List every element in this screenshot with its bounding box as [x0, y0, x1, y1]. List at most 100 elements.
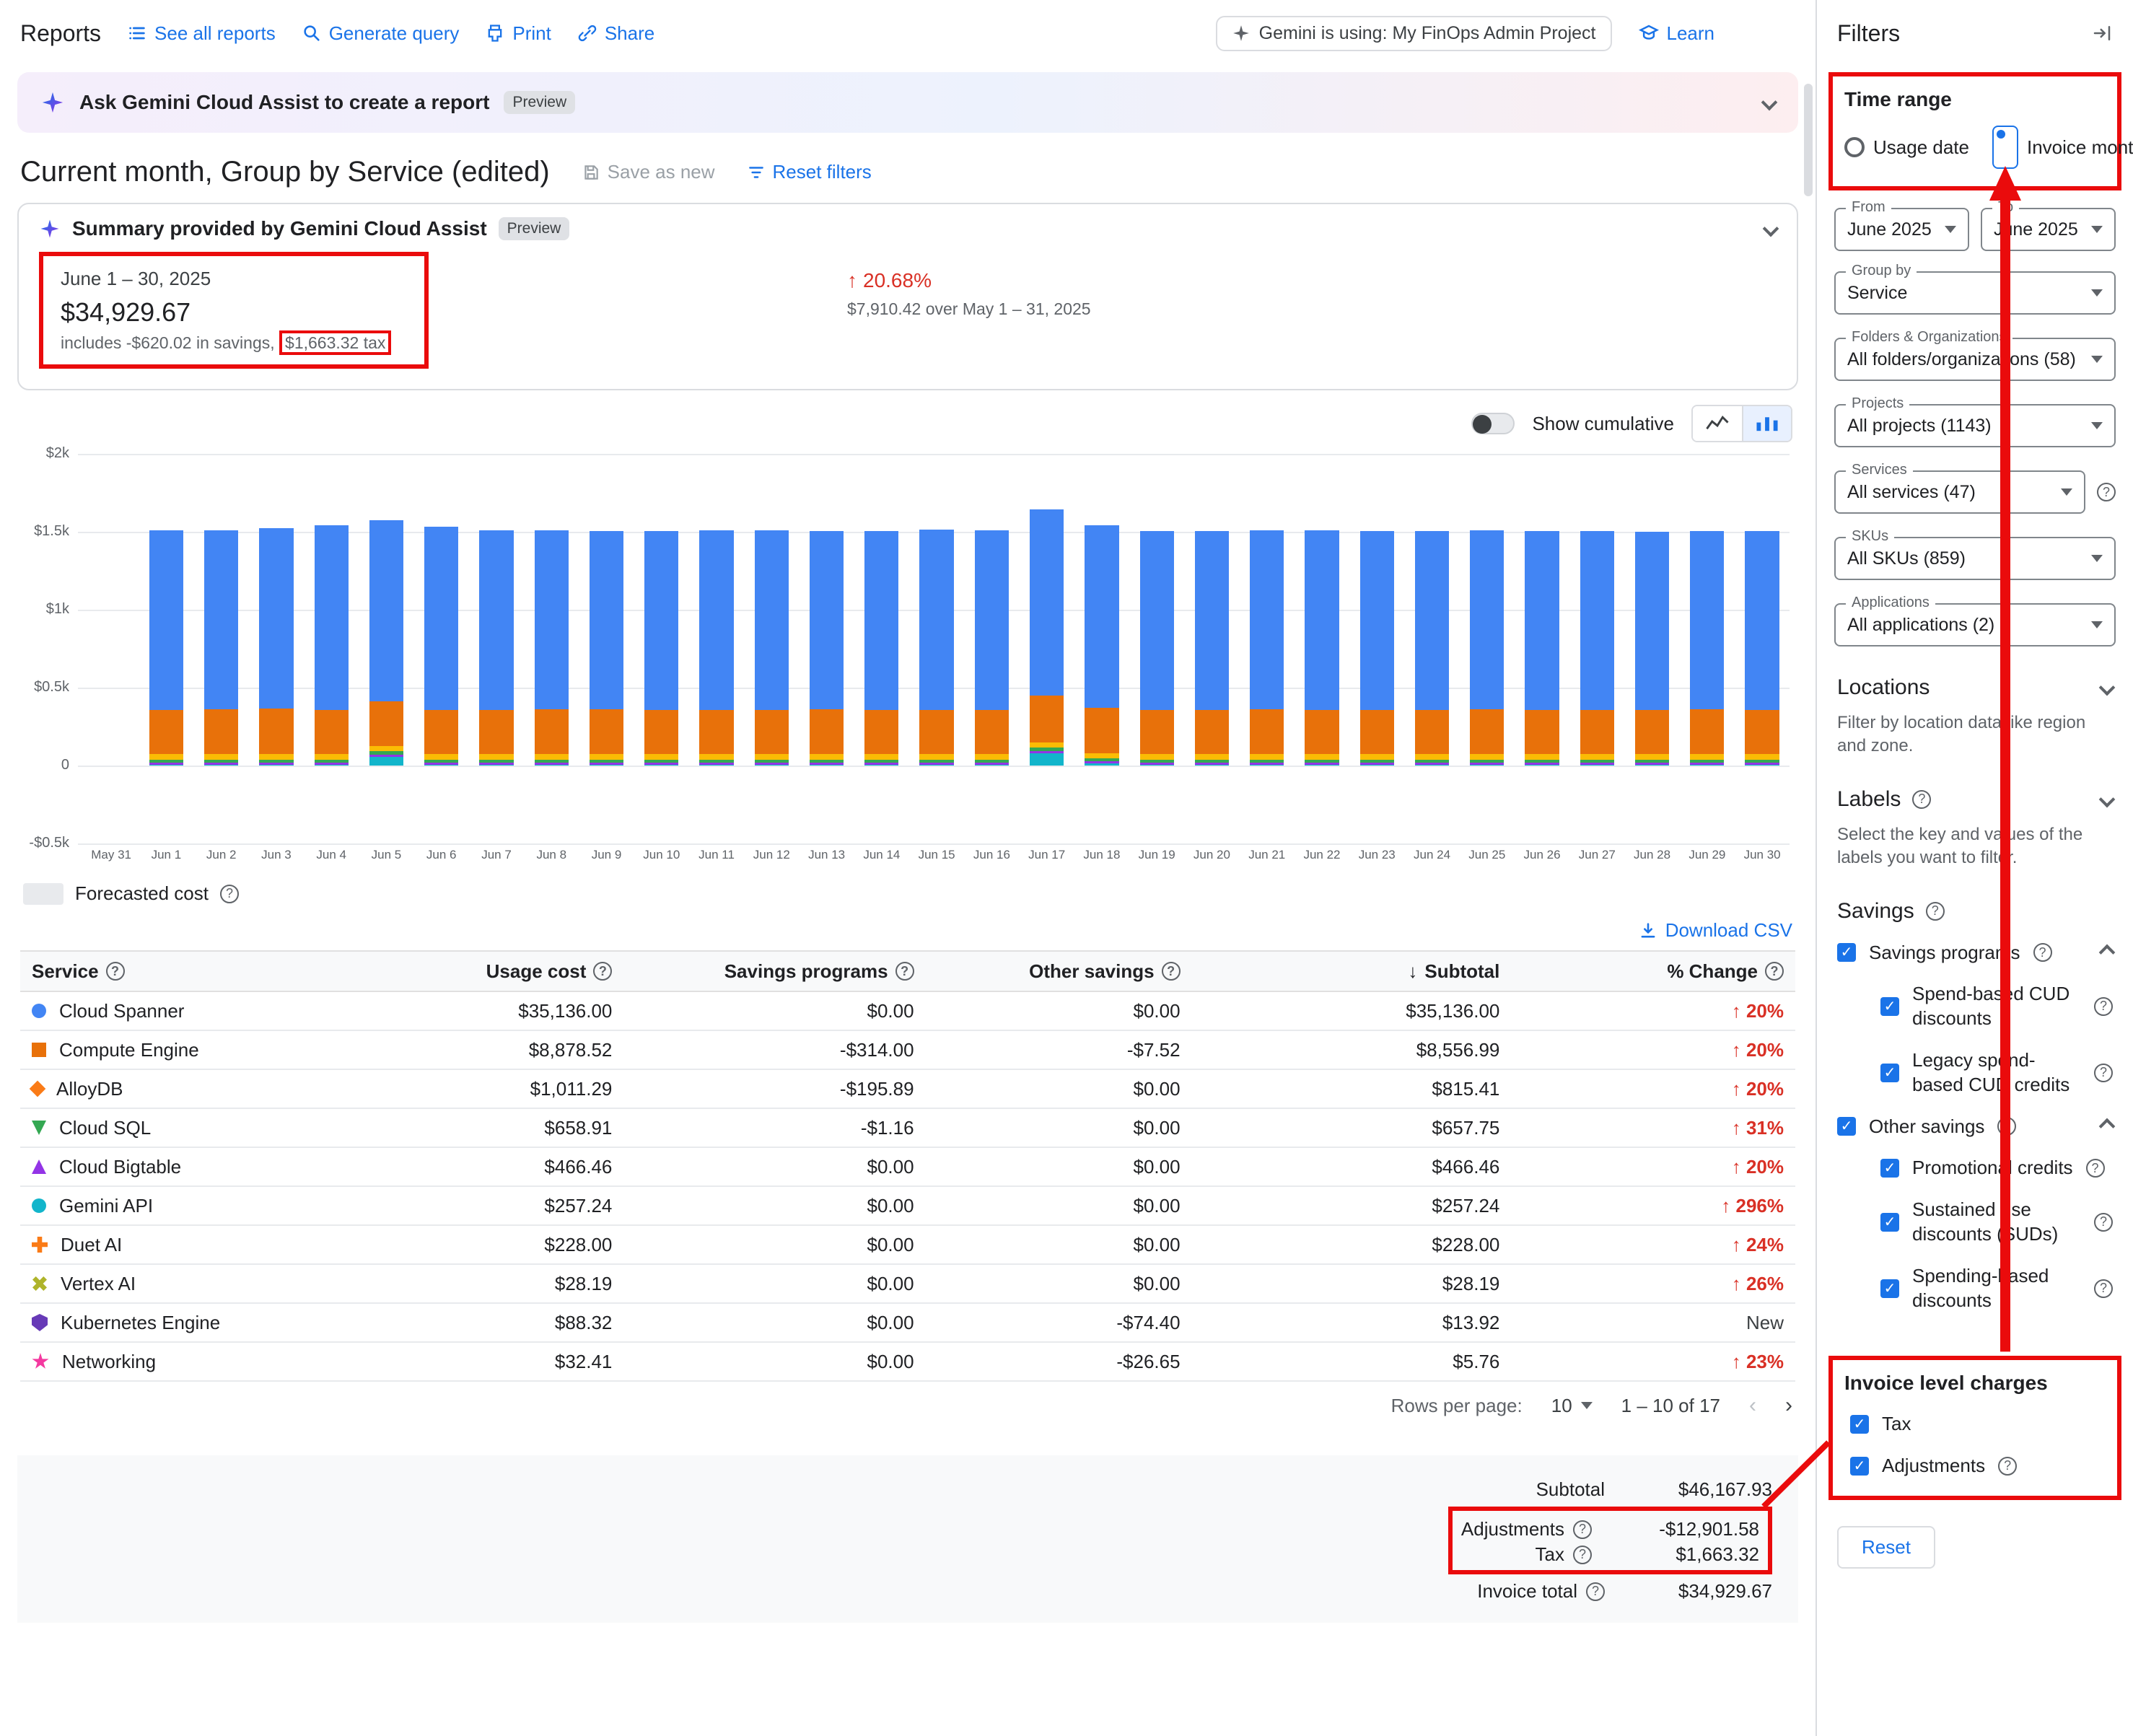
checkbox-checked[interactable]	[1880, 1064, 1899, 1082]
chevron-up-icon[interactable]	[2099, 944, 2116, 961]
checkbox-checked[interactable]	[1880, 1213, 1899, 1232]
stacked-bar[interactable]	[1690, 531, 1724, 766]
generate-query-link[interactable]: Generate query	[302, 22, 460, 45]
checkbox-checked[interactable]	[1837, 943, 1856, 962]
help-icon[interactable]: ?	[106, 962, 125, 981]
help-icon[interactable]: ?	[2033, 943, 2052, 962]
rows-per-page-select[interactable]: 10	[1551, 1395, 1593, 1417]
column-header-usage-cost[interactable]: Usage cost?	[375, 951, 623, 991]
chevron-down-icon[interactable]	[1763, 221, 1779, 237]
column-header-subtotal[interactable]: ↓Subtotal	[1192, 951, 1512, 991]
group-by-select[interactable]: Group byService	[1834, 271, 2116, 315]
previous-page-button[interactable]: ‹	[1749, 1393, 1756, 1418]
help-icon[interactable]: ?	[2086, 1159, 2105, 1178]
stacked-bar[interactable]	[590, 531, 623, 766]
projects-select[interactable]: ProjectsAll projects (1143)	[1834, 404, 2116, 447]
checkbox-checked[interactable]	[1850, 1415, 1869, 1434]
reset-button[interactable]: Reset	[1837, 1526, 1935, 1569]
folders-organizations-select[interactable]: Folders & OrganizationsAll folders/organ…	[1834, 338, 2116, 381]
gemini-project-chip[interactable]: Gemini is using: My FinOps Admin Project	[1216, 16, 1612, 51]
column-header-savings-programs[interactable]: Savings programs?	[623, 951, 925, 991]
table-row[interactable]: Gemini API$257.24$0.00$0.00$257.24↑ 296%	[20, 1186, 1795, 1225]
checkbox-row-legacy-spend-based-cud-credits[interactable]: Legacy spend-based CUD credits?	[1880, 1048, 2113, 1097]
stacked-bar[interactable]	[644, 531, 678, 766]
stacked-bar[interactable]	[424, 527, 458, 766]
stacked-bar[interactable]	[864, 531, 898, 766]
checkbox-checked[interactable]	[1837, 1117, 1856, 1136]
help-icon[interactable]: ?	[1162, 962, 1181, 981]
save-as-new-button[interactable]: Save as new	[582, 161, 715, 183]
help-icon[interactable]: ?	[1998, 1457, 2017, 1476]
stacked-bar[interactable]	[1415, 531, 1449, 766]
chevron-down-icon[interactable]	[2099, 680, 2116, 696]
from-month-select[interactable]: From June 2025	[1834, 208, 1969, 251]
checkbox-checked[interactable]	[1880, 1279, 1899, 1298]
checkbox-row-sustained-use-discounts-suds-[interactable]: Sustained use discounts (SUDs)?	[1880, 1198, 2113, 1247]
stacked-bar[interactable]	[755, 530, 789, 766]
stacked-bar[interactable]	[479, 530, 513, 766]
print-link[interactable]: Print	[485, 22, 551, 45]
help-icon[interactable]: ?	[2094, 1213, 2113, 1232]
table-row[interactable]: AlloyDB$1,011.29-$195.89$0.00$815.41↑ 20…	[20, 1069, 1795, 1108]
checkbox-row-spending-based-discounts[interactable]: Spending-based discounts?	[1880, 1264, 2113, 1313]
download-csv-button[interactable]: Download CSV	[1638, 919, 1792, 942]
checkbox-checked[interactable]	[1880, 997, 1899, 1016]
table-row[interactable]: Cloud Spanner$35,136.00$0.00$0.00$35,136…	[20, 991, 1795, 1030]
stacked-bar[interactable]	[1085, 525, 1118, 766]
stacked-bar[interactable]	[1470, 530, 1504, 766]
usage-date-option[interactable]: Usage date	[1844, 136, 1969, 159]
help-icon[interactable]: ?	[1573, 1520, 1592, 1539]
checkbox-checked[interactable]	[1880, 1159, 1899, 1178]
stacked-bar[interactable]	[1140, 531, 1174, 766]
to-month-select[interactable]: To June 2025	[1981, 208, 2116, 251]
stacked-bar[interactable]	[259, 528, 293, 766]
skus-select[interactable]: SKUsAll SKUs (859)	[1834, 537, 2116, 580]
table-row[interactable]: Cloud SQL$658.91-$1.16$0.00$657.75↑ 31%	[20, 1108, 1795, 1147]
stacked-bar[interactable]	[204, 530, 238, 766]
table-row[interactable]: Duet AI$228.00$0.00$0.00$228.00↑ 24%	[20, 1225, 1795, 1264]
applications-select[interactable]: ApplicationsAll applications (2)	[1834, 603, 2116, 646]
services-select[interactable]: ServicesAll services (47)	[1834, 470, 2085, 514]
table-row[interactable]: Vertex AI$28.19$0.00$0.00$28.19↑ 26%	[20, 1264, 1795, 1303]
checkbox-row-promotional-credits[interactable]: Promotional credits?	[1880, 1156, 2113, 1180]
table-row[interactable]: Compute Engine$8,878.52-$314.00-$7.52$8,…	[20, 1030, 1795, 1069]
learn-link[interactable]: Learn	[1638, 22, 1715, 45]
column-header-other-savings[interactable]: Other savings?	[926, 951, 1192, 991]
chevron-down-icon[interactable]	[2099, 791, 2116, 807]
help-icon[interactable]: ?	[1586, 1582, 1605, 1601]
help-icon[interactable]: ?	[2094, 1279, 2113, 1298]
stacked-bar[interactable]	[1250, 530, 1284, 766]
usage-date-radio[interactable]	[1844, 137, 1865, 157]
stacked-bar[interactable]	[1195, 531, 1229, 766]
see-all-reports-link[interactable]: See all reports	[127, 22, 276, 45]
stacked-bar[interactable]	[1580, 531, 1614, 766]
help-icon[interactable]: ?	[1926, 902, 1945, 921]
table-row[interactable]: Networking$32.41$0.00-$26.65$5.76↑ 23%	[20, 1342, 1795, 1381]
next-page-button[interactable]: ›	[1785, 1393, 1792, 1418]
stacked-bar[interactable]	[1525, 531, 1559, 766]
stacked-bar[interactable]	[975, 530, 1009, 766]
invoice-month-option[interactable]: Invoice month	[1992, 126, 2133, 169]
summary-card-header[interactable]: Summary provided by Gemini Cloud Assist …	[19, 204, 1797, 246]
stacked-bar[interactable]	[1360, 531, 1394, 766]
stacked-bar[interactable]	[1305, 530, 1339, 766]
show-cumulative-toggle[interactable]	[1471, 413, 1515, 434]
checkbox-group-savings-programs[interactable]: Savings programs?	[1837, 941, 2113, 965]
reset-filters-button[interactable]: Reset filters	[747, 161, 872, 183]
checkbox-row-tax[interactable]: Tax	[1850, 1412, 2100, 1437]
column-header--change[interactable]: % Change?	[1511, 951, 1795, 991]
share-link[interactable]: Share	[577, 22, 654, 45]
stacked-bar[interactable]	[149, 530, 183, 766]
table-row[interactable]: Cloud Bigtable$466.46$0.00$0.00$466.46↑ …	[20, 1147, 1795, 1186]
line-chart-button[interactable]	[1693, 406, 1742, 441]
stacked-bar[interactable]	[1635, 532, 1669, 766]
help-icon[interactable]: ?	[220, 885, 239, 903]
checkbox-group-other-savings[interactable]: Other savings?	[1837, 1115, 2113, 1139]
table-row[interactable]: Kubernetes Engine$88.32$0.00-$74.40$13.9…	[20, 1303, 1795, 1342]
stacked-bar[interactable]	[810, 531, 844, 766]
scrollbar-thumb[interactable]	[1804, 84, 1813, 196]
bar-chart-button[interactable]	[1742, 406, 1791, 441]
help-icon[interactable]: ?	[1765, 962, 1784, 981]
help-icon[interactable]: ?	[2094, 1064, 2113, 1082]
chevron-down-icon[interactable]	[1761, 95, 1778, 111]
